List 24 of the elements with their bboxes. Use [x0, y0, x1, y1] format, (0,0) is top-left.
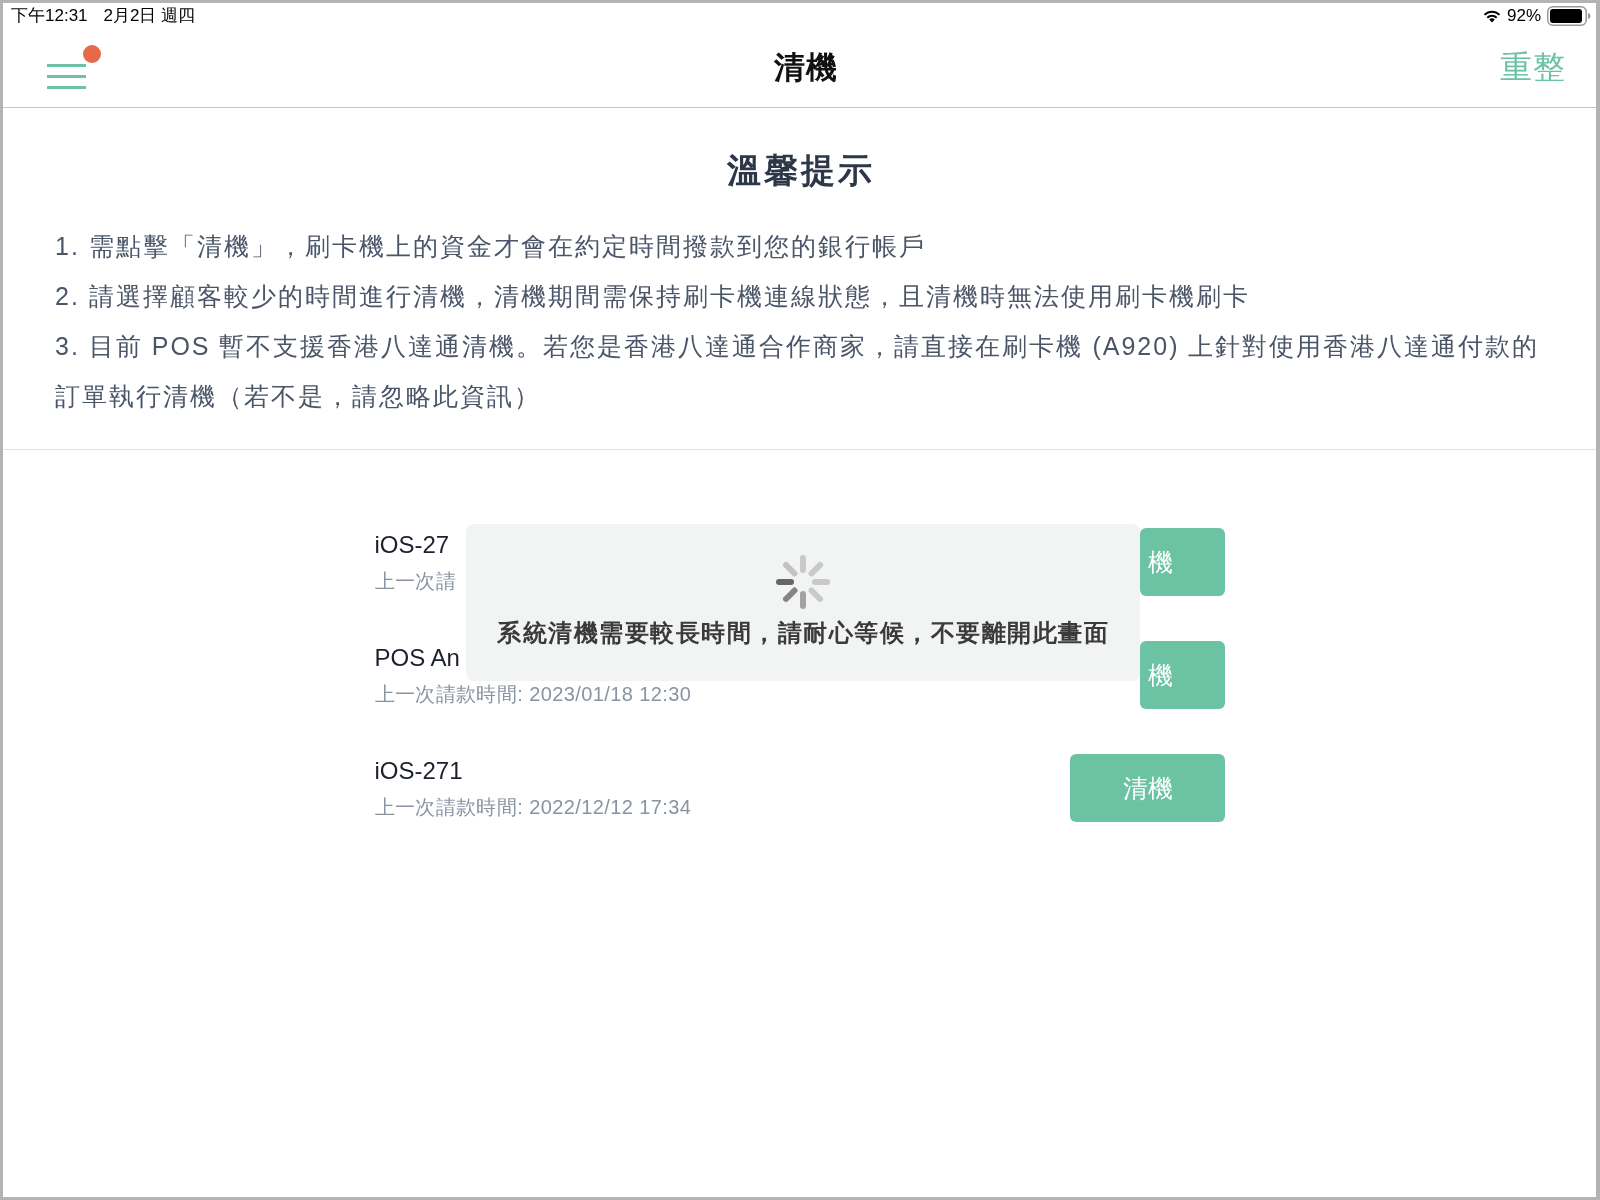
loading-message: 系統清機需要較長時間，請耐心等候，不要離開此畫面: [497, 618, 1109, 648]
terminal-name: POS An: [374, 643, 460, 672]
settle-button[interactable]: 機: [1139, 641, 1225, 709]
tip-text: 1. 需點擊「清機」，刷卡機上的資金才會在約定時間撥款到您的銀行帳戶: [55, 231, 927, 262]
menu-icon: [47, 63, 86, 89]
settle-button[interactable]: 清機: [1069, 754, 1225, 822]
battery-percentage: 92%: [1506, 5, 1541, 26]
settle-button[interactable]: 機: [1139, 528, 1225, 596]
last-settlement-time: 上一次請款時間: 2022/12/12 17:34: [374, 794, 692, 820]
spinner-icon: [775, 554, 831, 610]
page-title: 清機: [774, 48, 838, 87]
refresh-button[interactable]: 重整: [1500, 45, 1566, 90]
tip-text: 3. 目前 POS 暫不支援香港八達通清機。若您是香港八達通合作商家，請直接在刷卡機 (A920) 上針對使用香港八達通付款的訂單執行清機（若不是，請忽略此資訊）: [55, 331, 1541, 412]
terminal-name: iOS-27: [374, 530, 450, 559]
last-settlement-time: 上一次請款時間: 2023/01/18 12:30: [374, 681, 692, 707]
status-date: 2月2日 週四: [103, 5, 196, 26]
tip-text: 2. 請選擇顧客較少的時間進行清機，清機期間需保持刷卡機連線狀態，且清機時無法使用刷卡機刷卡: [55, 281, 1251, 312]
terminal-name: iOS-271: [374, 756, 463, 785]
wifi-icon: [1482, 8, 1501, 23]
battery-icon: [1547, 5, 1591, 26]
tips-title: 溫馨提示: [725, 150, 876, 191]
menu-button[interactable]: [46, 44, 102, 91]
status-time: 下午12:31: [11, 5, 88, 26]
last-settlement-time: 上一次請: [374, 568, 457, 594]
